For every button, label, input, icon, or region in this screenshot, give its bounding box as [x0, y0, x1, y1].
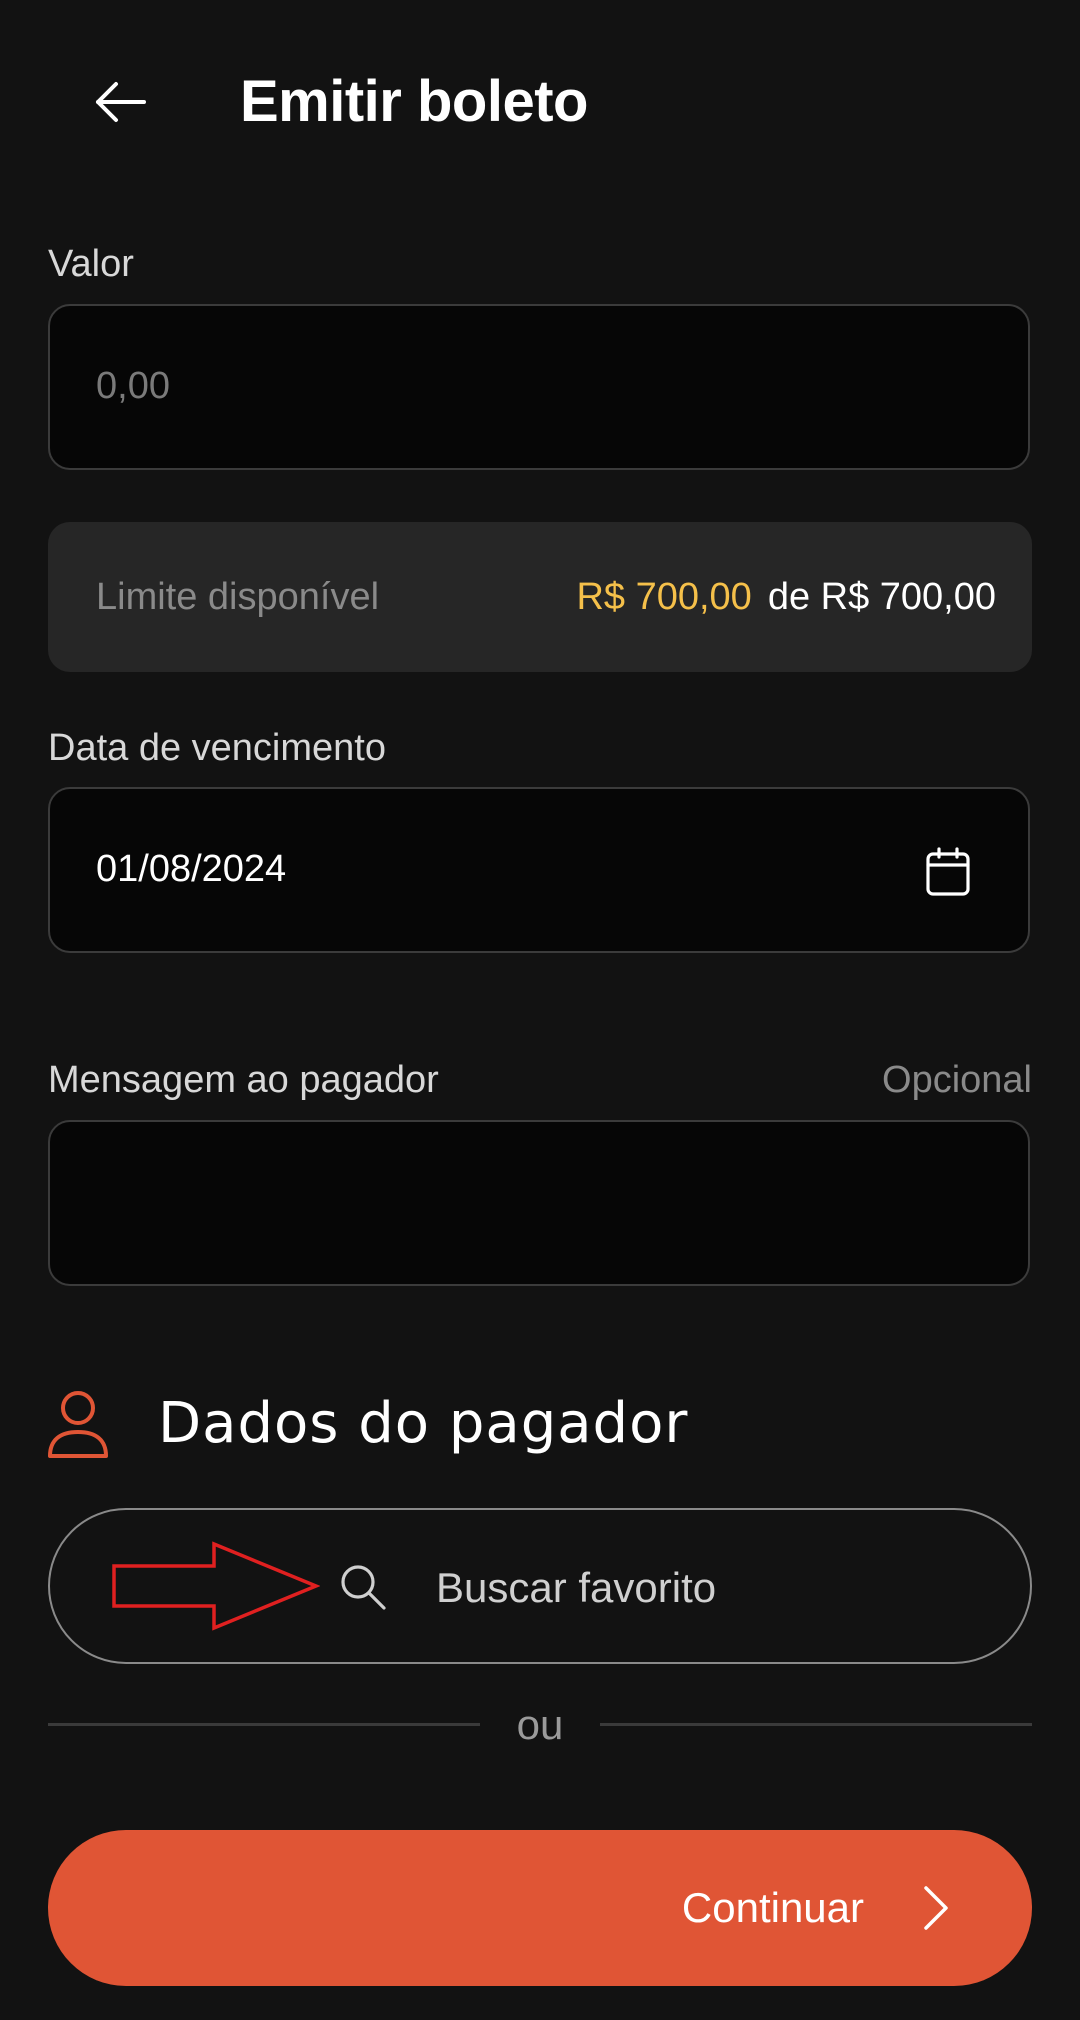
- search-icon: [338, 1562, 388, 1612]
- user-icon: [44, 1388, 112, 1460]
- arrow-left-icon: [96, 82, 146, 122]
- limit-card: Limite disponível R$ 700,00 de R$ 700,00: [48, 522, 1032, 672]
- continue-label: Continuar: [681, 1884, 864, 1931]
- calendar-icon: [926, 847, 970, 896]
- search-favorite-button[interactable]: Buscar favorito: [48, 1508, 1032, 1664]
- valor-label: Valor: [48, 243, 134, 285]
- calendar-button[interactable]: [924, 847, 972, 896]
- vencimento-input[interactable]: 01/08/2024: [48, 787, 1030, 953]
- vencimento-label: Data de vencimento: [48, 727, 386, 769]
- limit-values: R$ 700,00 de R$ 700,00: [576, 573, 996, 621]
- search-favorite-label: Buscar favorito: [436, 1564, 717, 1611]
- back-button[interactable]: [80, 62, 160, 142]
- continue-button[interactable]: Continuar: [48, 1830, 1032, 1986]
- limit-label: Limite disponível: [96, 576, 380, 618]
- mensagem-label: Mensagem ao pagador: [48, 1059, 439, 1101]
- mensagem-optional: Opcional: [882, 1059, 1032, 1101]
- valor-input[interactable]: 0,00: [48, 304, 1030, 470]
- valor-placeholder: 0,00: [96, 365, 170, 407]
- divider-left: [48, 1723, 480, 1726]
- limit-available: R$ 700,00: [576, 576, 752, 618]
- mensagem-input[interactable]: [48, 1120, 1030, 1286]
- vencimento-value: 01/08/2024: [96, 848, 287, 890]
- page-title: Emitir boleto: [240, 69, 588, 134]
- divider-right: [600, 1723, 1032, 1726]
- divider-text: ou: [516, 1701, 564, 1748]
- annotation-arrow-icon: [112, 1541, 320, 1631]
- chevron-right-icon: [920, 1884, 950, 1932]
- pagador-section-title: Dados do pagador: [158, 1391, 689, 1456]
- limit-total: de R$ 700,00: [767, 576, 996, 618]
